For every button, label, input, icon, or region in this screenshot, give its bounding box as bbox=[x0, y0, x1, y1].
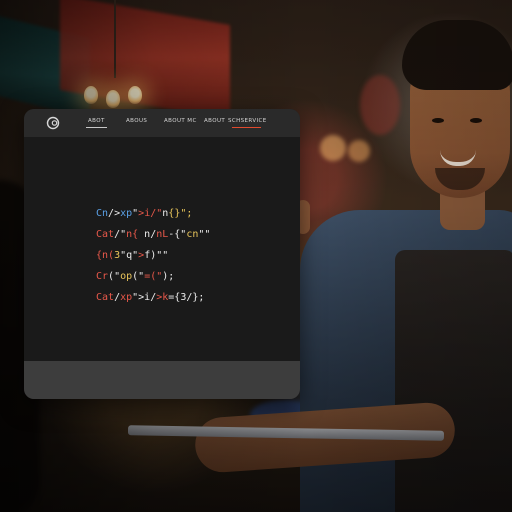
code-token: {}"; bbox=[168, 208, 193, 219]
code-token: cn bbox=[186, 229, 199, 240]
code-editor-area: Cn/>xp">i/"n{}"; Cat/"n{ n/nL-{"cn"" {n(… bbox=[24, 137, 300, 361]
code-token: n/ bbox=[138, 229, 157, 240]
code-token: /> bbox=[108, 208, 121, 219]
code-token: >i/" bbox=[138, 208, 163, 219]
person-apron bbox=[395, 250, 512, 512]
code-token: /" bbox=[114, 229, 127, 240]
code-token: f)"" bbox=[144, 250, 169, 261]
nav-active-underline bbox=[86, 127, 107, 128]
code-token: Cn bbox=[96, 208, 109, 219]
code-token: xp bbox=[120, 208, 133, 219]
code-token: Cat bbox=[96, 292, 115, 303]
nav-item-label: SCHSERVICE bbox=[228, 118, 267, 124]
code-token: -{" bbox=[168, 229, 187, 240]
app-window: ABOT ABOUS ABOUT MC ABOUT SCHSERVICE Cn/… bbox=[24, 109, 300, 399]
code-token: >k bbox=[156, 292, 169, 303]
code-token: n{ bbox=[126, 229, 139, 240]
code-token: op bbox=[120, 271, 133, 282]
code-token: ); bbox=[162, 271, 175, 282]
person-eye bbox=[470, 118, 482, 123]
code-token: (" bbox=[132, 271, 145, 282]
person-eye bbox=[432, 118, 444, 123]
code-line: {n(3"q">f)"" bbox=[96, 250, 168, 262]
bokeh-light bbox=[348, 140, 370, 162]
nav-item-about-mc[interactable]: ABOUT MC bbox=[164, 118, 197, 124]
nav-item-schservice[interactable]: SCHSERVICE bbox=[228, 118, 267, 128]
nav-item-abous[interactable]: ABOUS bbox=[126, 118, 147, 124]
code-token: ">i/ bbox=[132, 292, 157, 303]
bokeh-light bbox=[320, 135, 346, 161]
bottom-panel bbox=[24, 361, 300, 399]
code-token: nL bbox=[156, 229, 169, 240]
code-line: Cn/>xp">i/"n{}"; bbox=[96, 208, 192, 220]
code-token: {n( bbox=[96, 250, 115, 261]
code-token: Cat bbox=[96, 229, 115, 240]
nav-item-label: ABOUT bbox=[204, 118, 226, 124]
lamp-stem bbox=[114, 0, 116, 78]
nav-bar: ABOT ABOUS ABOUT MC ABOUT SCHSERVICE bbox=[24, 109, 300, 137]
code-line: Cat/"n{ n/nL-{"cn"" bbox=[96, 229, 210, 241]
bokeh-light bbox=[360, 75, 400, 135]
lamp-bulb bbox=[84, 86, 98, 104]
screenshot-stage: ABOT ABOUS ABOUT MC ABOUT SCHSERVICE Cn/… bbox=[0, 0, 512, 512]
code-token: "q" bbox=[120, 250, 139, 261]
lamp-bulb bbox=[106, 90, 120, 108]
code-token: =(" bbox=[144, 271, 163, 282]
nav-item-label: ABOT bbox=[88, 118, 105, 124]
code-token: (" bbox=[108, 271, 121, 282]
code-token: "" bbox=[198, 229, 211, 240]
code-line: Cat/xp">i/>k={3/}; bbox=[96, 292, 204, 304]
nav-item-abot[interactable]: ABOT bbox=[86, 118, 107, 128]
code-token: ={3/}; bbox=[168, 292, 205, 303]
nav-item-label: ABOUS bbox=[126, 118, 148, 124]
code-token: xp bbox=[120, 292, 133, 303]
nav-item-label: ABOUT MC bbox=[164, 118, 197, 124]
code-line: Cr("op("=("); bbox=[96, 271, 174, 283]
code-token: Cr bbox=[96, 271, 109, 282]
lamp-bulb bbox=[128, 86, 142, 104]
circle-logo-icon[interactable] bbox=[46, 116, 60, 130]
nav-highlight-underline bbox=[232, 127, 261, 128]
person-hair bbox=[402, 20, 512, 90]
nav-item-about[interactable]: ABOUT bbox=[204, 118, 225, 124]
